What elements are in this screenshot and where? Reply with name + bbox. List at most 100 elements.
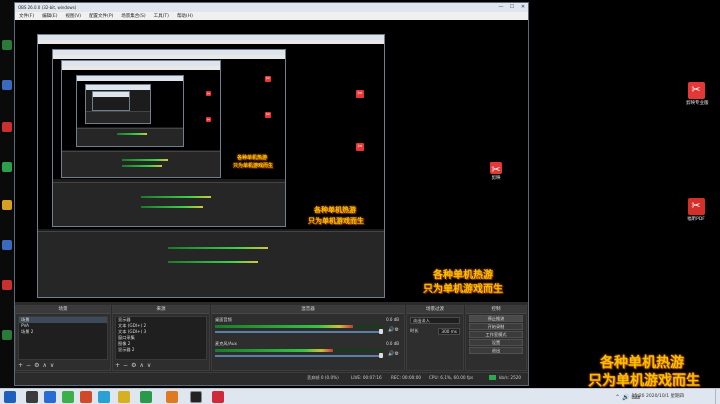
desktop-app-icon[interactable] — [2, 200, 12, 210]
sources-header: 来源 — [113, 306, 209, 314]
add-scene-button[interactable]: + — [18, 362, 23, 369]
start-button[interactable] — [4, 391, 16, 403]
mute-speaker-icon[interactable]: 🔊⚙ — [388, 327, 399, 333]
settings-button[interactable]: 设置 — [469, 339, 523, 346]
volume-slider[interactable] — [215, 355, 383, 357]
desktop-app-icon[interactable] — [2, 240, 12, 250]
volume-slider[interactable] — [215, 331, 383, 333]
move-down-button[interactable]: ∨ — [147, 362, 151, 369]
scissors-icon — [490, 162, 502, 176]
desktop-app-icon[interactable] — [2, 162, 12, 172]
transition-select[interactable]: 淡出淡入 — [410, 317, 460, 324]
taskbar: ⌃ 🔊 ⌨ 15:20 2020/10/1 星期四 — [0, 388, 720, 404]
dropped-frames: 丢弃帧 0 (0.0%) — [307, 375, 339, 380]
stop-streaming-button[interactable]: 停止推流 — [469, 315, 523, 322]
desktop-icon-foxit-pdf[interactable]: 福昕PDF — [686, 198, 706, 222]
taskbar-clock[interactable]: 15:20 2020/10/1 星期四 — [632, 393, 684, 399]
desktop-app-icon[interactable] — [2, 40, 12, 50]
mute-speaker-icon[interactable]: 🔊⚙ — [388, 351, 399, 357]
menu-profile[interactable]: 配置文件(P) — [89, 13, 113, 19]
mirror-frame-3 — [61, 60, 221, 178]
clock-time: 15:20 — [631, 394, 645, 399]
move-up-button[interactable]: ∧ — [42, 362, 46, 369]
sources-list: 显示器 文本 (GDI+) 2 文本 (GDI+) 3 窗口采集 图像 2 显示… — [115, 316, 207, 360]
exit-button[interactable]: 退出 — [469, 347, 523, 354]
maximize-button[interactable]: ☐ — [507, 3, 517, 11]
overlay-text-line2: 只为单机游戏而生 — [423, 284, 503, 295]
rec-timer: REC: 00:00:00 — [391, 375, 422, 380]
overlay-text-line1: 各种单机热游 — [433, 270, 493, 281]
remove-scene-button[interactable]: − — [26, 362, 31, 369]
channel-name: 桌面音频 — [215, 317, 232, 322]
overlay-text-line2: 只为单机游戏而生 — [588, 373, 700, 389]
duration-label: 时长 — [410, 328, 419, 333]
live-timer: LIVE: 00:07:16 — [351, 375, 382, 380]
mirror-frame-5 — [85, 84, 151, 124]
mixer-header: 混音器 — [212, 306, 404, 314]
remove-source-button[interactable]: − — [123, 362, 128, 369]
menu-scene-collection[interactable]: 场景集合(S) — [121, 13, 145, 19]
close-button[interactable]: ✕ — [518, 3, 528, 11]
desktop: OBS 26.0.0 (32-bit, windows) — ☐ ✕ 文件(F)… — [0, 0, 720, 404]
scenes-header: 场景 — [16, 306, 110, 314]
menu-view[interactable]: 视图(V) — [65, 13, 81, 19]
start-recording-button[interactable]: 开始录制 — [469, 323, 523, 330]
bitrate: kb/s: 2520 — [499, 375, 522, 380]
overlay-text-line1: 各种单机热游 — [314, 206, 356, 214]
transitions-header: 场景过渡 — [407, 306, 463, 314]
menu-bar: 文件(F) 编辑(E) 视图(V) 配置文件(P) 场景集合(S) 工具(T) … — [15, 12, 528, 20]
scene-item[interactable]: 场景 2 — [19, 329, 107, 335]
mirror-frame-1: 各种单机热游 只为单机游戏而生 各种单机热游 只为单机游戏而生 — [37, 34, 385, 298]
scenes-toolbar: + − ⚙ ∧ ∨ — [18, 361, 54, 369]
title-bar: OBS 26.0.0 (32-bit, windows) — ☐ ✕ — [15, 3, 528, 12]
taskbar-app-icon[interactable] — [26, 391, 38, 403]
taskbar-app-icon[interactable] — [80, 391, 92, 403]
preview-canvas[interactable]: 各种单机热游 只为单机游戏而生 各种单机热游 只为单机游戏而生 各种单机热游 只… — [15, 20, 528, 302]
scene-settings-button[interactable]: ⚙ — [34, 362, 39, 369]
taskbar-app-icon[interactable] — [62, 391, 74, 403]
desktop-icon-jianying-pro[interactable]: 剪映专业版 — [686, 82, 709, 106]
file-explorer-icon[interactable] — [118, 391, 130, 403]
desktop-icon-label: 福昕PDF — [687, 217, 705, 222]
obs-taskbar-icon[interactable] — [190, 391, 202, 403]
desktop-icon-jianying[interactable]: 剪映 — [486, 162, 506, 181]
add-source-button[interactable]: + — [115, 362, 120, 369]
desktop-app-icon[interactable] — [2, 330, 12, 340]
duration-input[interactable]: 300 ms — [438, 328, 460, 335]
volume-slider-handle[interactable] — [379, 353, 383, 358]
channel-db: 0.0 dB — [386, 317, 399, 322]
source-item[interactable]: 显示器 2 — [116, 347, 206, 353]
minimize-button[interactable]: — — [496, 3, 506, 11]
menu-help[interactable]: 帮助(H) — [177, 13, 193, 19]
clock-date: 2020/10/1 星期四 — [645, 394, 684, 399]
taskbar-app-icon[interactable] — [212, 391, 224, 403]
taskbar-app-icon[interactable] — [140, 391, 152, 403]
desktop-app-icon[interactable] — [2, 280, 12, 290]
channel-db: 0.0 dB — [386, 341, 399, 346]
scenes-dock: 场景 场景 PVA 场景 2 + − ⚙ ∧ ∨ — [15, 305, 111, 371]
controls-dock: 控制 停止推流 开始录制 工作室模式 设置 退出 — [465, 305, 527, 371]
channel-name: 麦克风/Aux — [215, 341, 237, 346]
move-down-button[interactable]: ∨ — [50, 362, 54, 369]
taskbar-app-icon[interactable] — [166, 391, 178, 403]
source-settings-button[interactable]: ⚙ — [131, 362, 136, 369]
menu-tools[interactable]: 工具(T) — [154, 13, 169, 19]
overlay-text-line2: 只为单机游戏而生 — [233, 163, 274, 169]
volume-meter — [215, 349, 383, 352]
taskbar-app-icon[interactable] — [98, 391, 110, 403]
taskbar-app-icon[interactable] — [44, 391, 56, 403]
desktop-app-icon[interactable] — [2, 122, 12, 132]
audio-mixer-dock: 混音器 桌面音频 0.0 dB 🔊⚙ 麦克风/Aux 0.0 dB 🔊⚙ — [211, 305, 405, 371]
stream-health-indicator — [489, 375, 496, 380]
desktop-left-strip — [0, 0, 14, 388]
show-desktop-button[interactable] — [715, 389, 720, 404]
menu-edit[interactable]: 编辑(E) — [42, 13, 57, 19]
desktop-app-icon[interactable] — [2, 80, 12, 90]
menu-file[interactable]: 文件(F) — [19, 13, 34, 19]
mirror-frame-4 — [76, 75, 184, 147]
volume-slider-handle[interactable] — [379, 329, 383, 334]
mixer-channel: 桌面音频 0.0 dB 🔊⚙ — [215, 317, 401, 339]
studio-mode-button[interactable]: 工作室模式 — [469, 331, 523, 338]
cpu-fps: CPU: 6.1%, 60.00 fps — [429, 375, 474, 380]
move-up-button[interactable]: ∧ — [139, 362, 143, 369]
